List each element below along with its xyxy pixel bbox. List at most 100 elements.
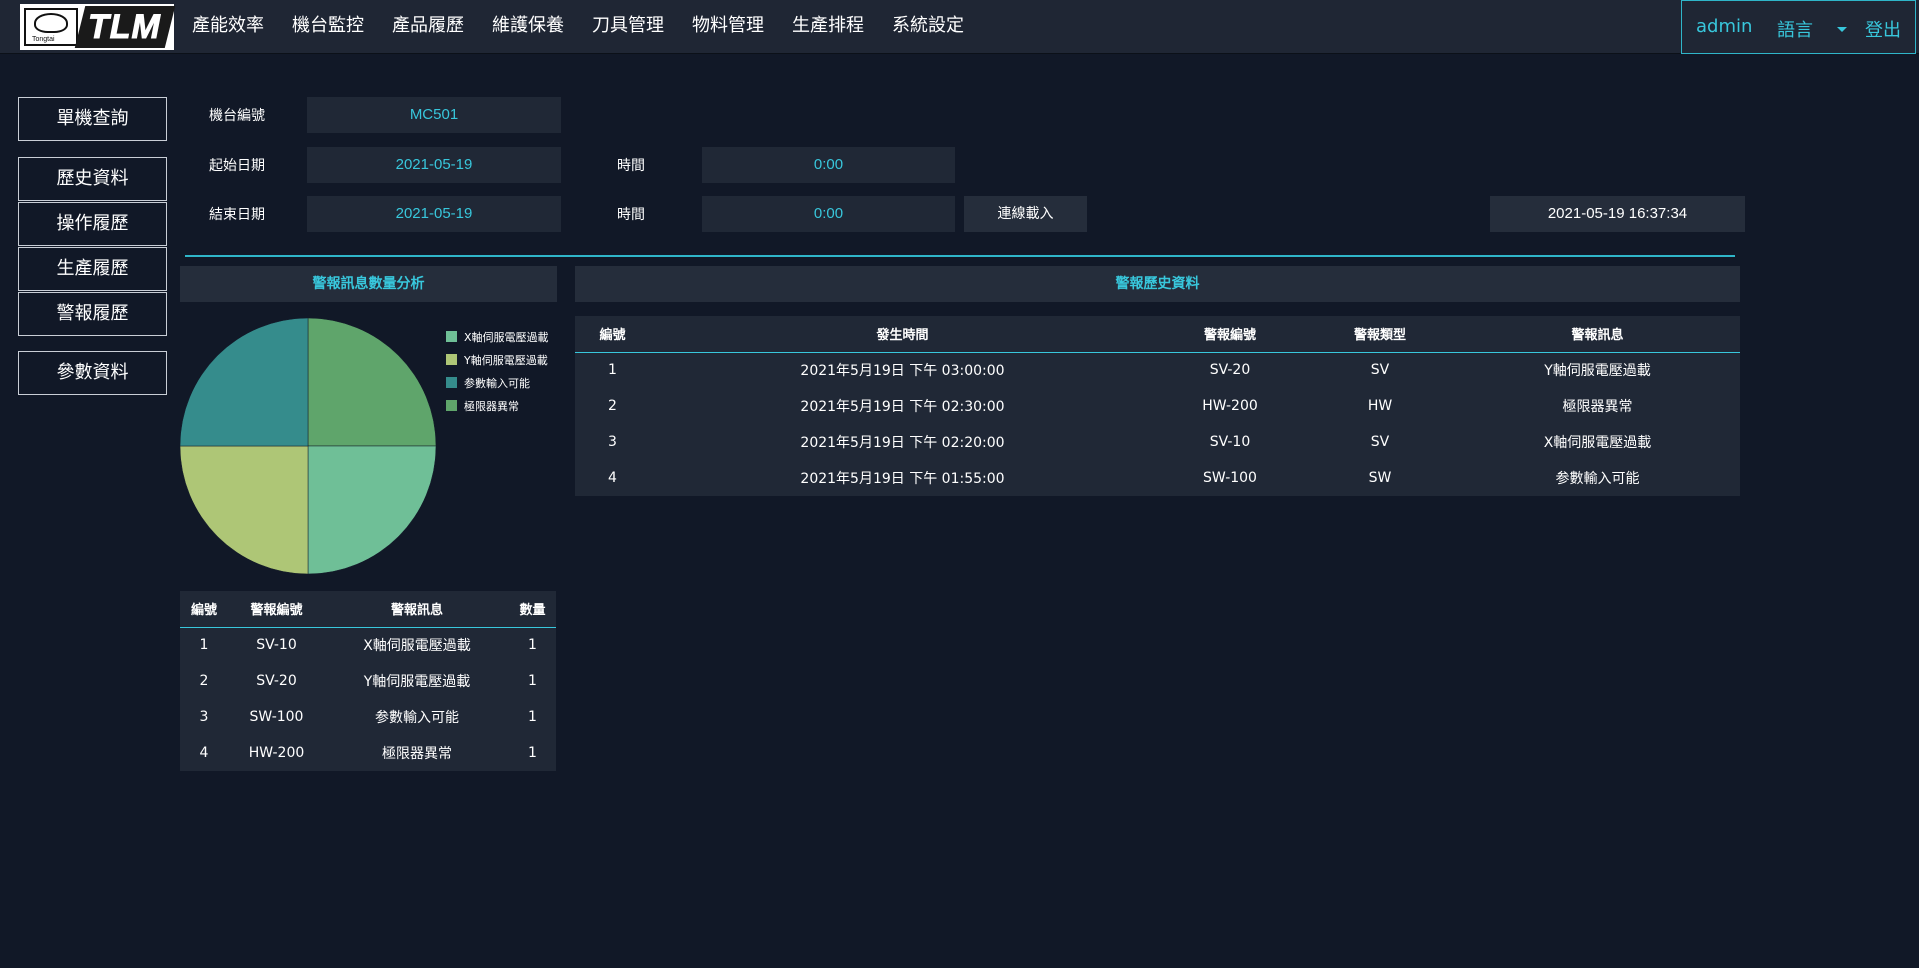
end-date-label: 結束日期 xyxy=(209,207,265,223)
main-nav: 產能效率 機台監控 產品履歷 維護保養 刀具管理 物料管理 生產排程 系統設定 xyxy=(192,0,992,54)
chevron-down-icon[interactable] xyxy=(1837,27,1847,32)
logo-sub-text: Tongtai xyxy=(32,36,55,43)
col-header-count: 數量 xyxy=(509,591,556,628)
cell-alarm-type: SW xyxy=(1305,460,1455,496)
cell-no: 4 xyxy=(180,735,228,771)
single-query-button[interactable]: 單機查詢 xyxy=(18,97,167,141)
tlm-logo[interactable]: Tongtai TLM xyxy=(20,4,176,50)
cell-alarm-message: 参數輸入可能 xyxy=(325,699,509,735)
cell-alarm-message: 参數輸入可能 xyxy=(1455,460,1740,496)
end-date-field[interactable]: 2021-05-19 xyxy=(307,196,561,232)
start-time-label: 時間 xyxy=(617,158,645,174)
nav-item-material-management[interactable]: 物料管理 xyxy=(692,0,764,54)
cell-alarm-message: Y軸伺服電壓過載 xyxy=(325,663,509,699)
cell-alarm-message: X軸伺服電壓過載 xyxy=(1455,424,1740,460)
current-datetime: 2021-05-19 16:37:34 xyxy=(1490,196,1745,232)
table-row[interactable]: 2 2021年5月19日 下午 02:30:00 HW-200 HW 極限器異常 xyxy=(575,388,1740,424)
sidebar-item-operation-history[interactable]: 操作履歷 xyxy=(18,202,167,246)
table-row[interactable]: 1 2021年5月19日 下午 03:00:00 SV-20 SV Y軸伺服電壓… xyxy=(575,352,1740,388)
table-row[interactable]: 2 SV-20 Y軸伺服電壓過載 1 xyxy=(180,663,556,699)
nav-item-capacity-efficiency[interactable]: 產能效率 xyxy=(192,0,264,54)
start-date-label: 起始日期 xyxy=(209,158,265,174)
machine-id-field[interactable]: MC501 xyxy=(307,97,561,133)
start-date-field[interactable]: 2021-05-19 xyxy=(307,147,561,183)
cell-no: 3 xyxy=(575,424,650,460)
cell-no: 3 xyxy=(180,699,228,735)
table-row[interactable]: 4 HW-200 極限器異常 1 xyxy=(180,735,556,771)
table-row[interactable]: 3 SW-100 参數輸入可能 1 xyxy=(180,699,556,735)
sidebar-item-alarm-history[interactable]: 警報履歷 xyxy=(18,292,167,336)
nav-item-product-history[interactable]: 產品履歷 xyxy=(392,0,464,54)
legend-label: 参數輸入可能 xyxy=(464,376,530,390)
user-name[interactable]: admin xyxy=(1696,16,1752,37)
nav-item-tool-management[interactable]: 刀具管理 xyxy=(592,0,664,54)
alarm-pie-chart xyxy=(179,317,437,575)
pie-slice[interactable] xyxy=(179,317,309,447)
cell-alarm-id: HW-200 xyxy=(1155,388,1305,424)
cell-alarm-message: X軸伺服電壓過載 xyxy=(325,627,509,663)
cell-count: 1 xyxy=(509,627,556,663)
col-header-no: 編號 xyxy=(575,316,650,353)
cell-alarm-id: SW-100 xyxy=(228,699,325,735)
legend-swatch xyxy=(446,400,457,411)
cell-occurred-time: 2021年5月19日 下午 02:30:00 xyxy=(650,388,1155,424)
col-header-alarm-id: 警報編號 xyxy=(1155,316,1305,353)
cell-occurred-time: 2021年5月19日 下午 01:55:00 xyxy=(650,460,1155,496)
language-dropdown[interactable]: 語言 xyxy=(1777,16,1813,42)
logo-text: TLM xyxy=(88,8,161,47)
cell-alarm-id: SW-100 xyxy=(1155,460,1305,496)
col-header-alarm-id: 警報編號 xyxy=(228,591,325,628)
cell-no: 1 xyxy=(180,627,228,663)
legend-swatch xyxy=(446,331,457,342)
col-header-no: 編號 xyxy=(180,591,228,628)
table-row[interactable]: 1 SV-10 X軸伺服電壓過載 1 xyxy=(180,627,556,663)
alarm-history-table: 編號 發生時間 警報編號 警報類型 警報訊息 1 2021年5月19日 下午 0… xyxy=(575,316,1740,496)
col-header-occurred-time: 發生時間 xyxy=(650,316,1155,353)
cell-occurred-time: 2021年5月19日 下午 03:00:00 xyxy=(650,352,1155,388)
user-panel: admin 語言 登出 xyxy=(1681,0,1916,54)
cell-alarm-message: 極限器異常 xyxy=(325,735,509,771)
nav-item-production-scheduling[interactable]: 生產排程 xyxy=(792,0,864,54)
cell-no: 2 xyxy=(575,388,650,424)
cell-no: 2 xyxy=(180,663,228,699)
pie-slice[interactable] xyxy=(307,445,437,575)
cell-count: 1 xyxy=(509,663,556,699)
sidebar-item-history-data[interactable]: 歷史資料 xyxy=(18,157,167,201)
parameter-data-button[interactable]: 參數資料 xyxy=(18,351,167,395)
nav-item-system-settings[interactable]: 系統設定 xyxy=(892,0,964,54)
tongtai-logo-icon: Tongtai xyxy=(24,8,78,46)
legend-label: Y軸伺服電壓過載 xyxy=(464,353,548,367)
logout-button[interactable]: 登出 xyxy=(1865,16,1901,42)
nav-item-machine-monitoring[interactable]: 機台監控 xyxy=(292,0,364,54)
col-header-alarm-message: 警報訊息 xyxy=(325,591,509,628)
machine-id-label: 機台編號 xyxy=(209,108,265,124)
cell-occurred-time: 2021年5月19日 下午 02:20:00 xyxy=(650,424,1155,460)
legend-item: Y軸伺服電壓過載 xyxy=(446,348,549,371)
legend-label: 極限器異常 xyxy=(464,399,519,413)
cell-alarm-id: SV-10 xyxy=(228,627,325,663)
nav-item-maintenance[interactable]: 維護保養 xyxy=(492,0,564,54)
start-time-field[interactable]: 0:00 xyxy=(702,147,955,183)
table-row[interactable]: 3 2021年5月19日 下午 02:20:00 SV-10 SV X軸伺服電壓… xyxy=(575,424,1740,460)
pie-legend: X軸伺服電壓過載 Y軸伺服電壓過載 参數輸入可能 極限器異常 xyxy=(446,325,549,417)
cell-alarm-type: SV xyxy=(1305,352,1455,388)
sidebar-item-production-history[interactable]: 生產履歷 xyxy=(18,247,167,291)
cell-alarm-id: HW-200 xyxy=(228,735,325,771)
cell-alarm-message: 極限器異常 xyxy=(1455,388,1740,424)
table-header-row: 編號 警報編號 警報訊息 數量 xyxy=(180,591,556,628)
col-header-alarm-message: 警報訊息 xyxy=(1455,316,1740,353)
cell-alarm-type: SV xyxy=(1305,424,1455,460)
legend-label: X軸伺服電壓過載 xyxy=(464,330,549,344)
end-time-label: 時間 xyxy=(617,207,645,223)
cell-alarm-id: SV-20 xyxy=(228,663,325,699)
end-time-field[interactable]: 0:00 xyxy=(702,196,955,232)
pie-slice[interactable] xyxy=(179,445,309,575)
legend-item: 極限器異常 xyxy=(446,394,549,417)
table-row[interactable]: 4 2021年5月19日 下午 01:55:00 SW-100 SW 参數輸入可… xyxy=(575,460,1740,496)
col-header-alarm-type: 警報類型 xyxy=(1305,316,1455,353)
top-navbar: Tongtai TLM 產能效率 機台監控 產品履歷 維護保養 刀具管理 物料管… xyxy=(0,0,1919,54)
connect-load-button[interactable]: 連線載入 xyxy=(964,196,1087,232)
cell-alarm-type: HW xyxy=(1305,388,1455,424)
cell-count: 1 xyxy=(509,735,556,771)
pie-slice[interactable] xyxy=(307,317,437,447)
